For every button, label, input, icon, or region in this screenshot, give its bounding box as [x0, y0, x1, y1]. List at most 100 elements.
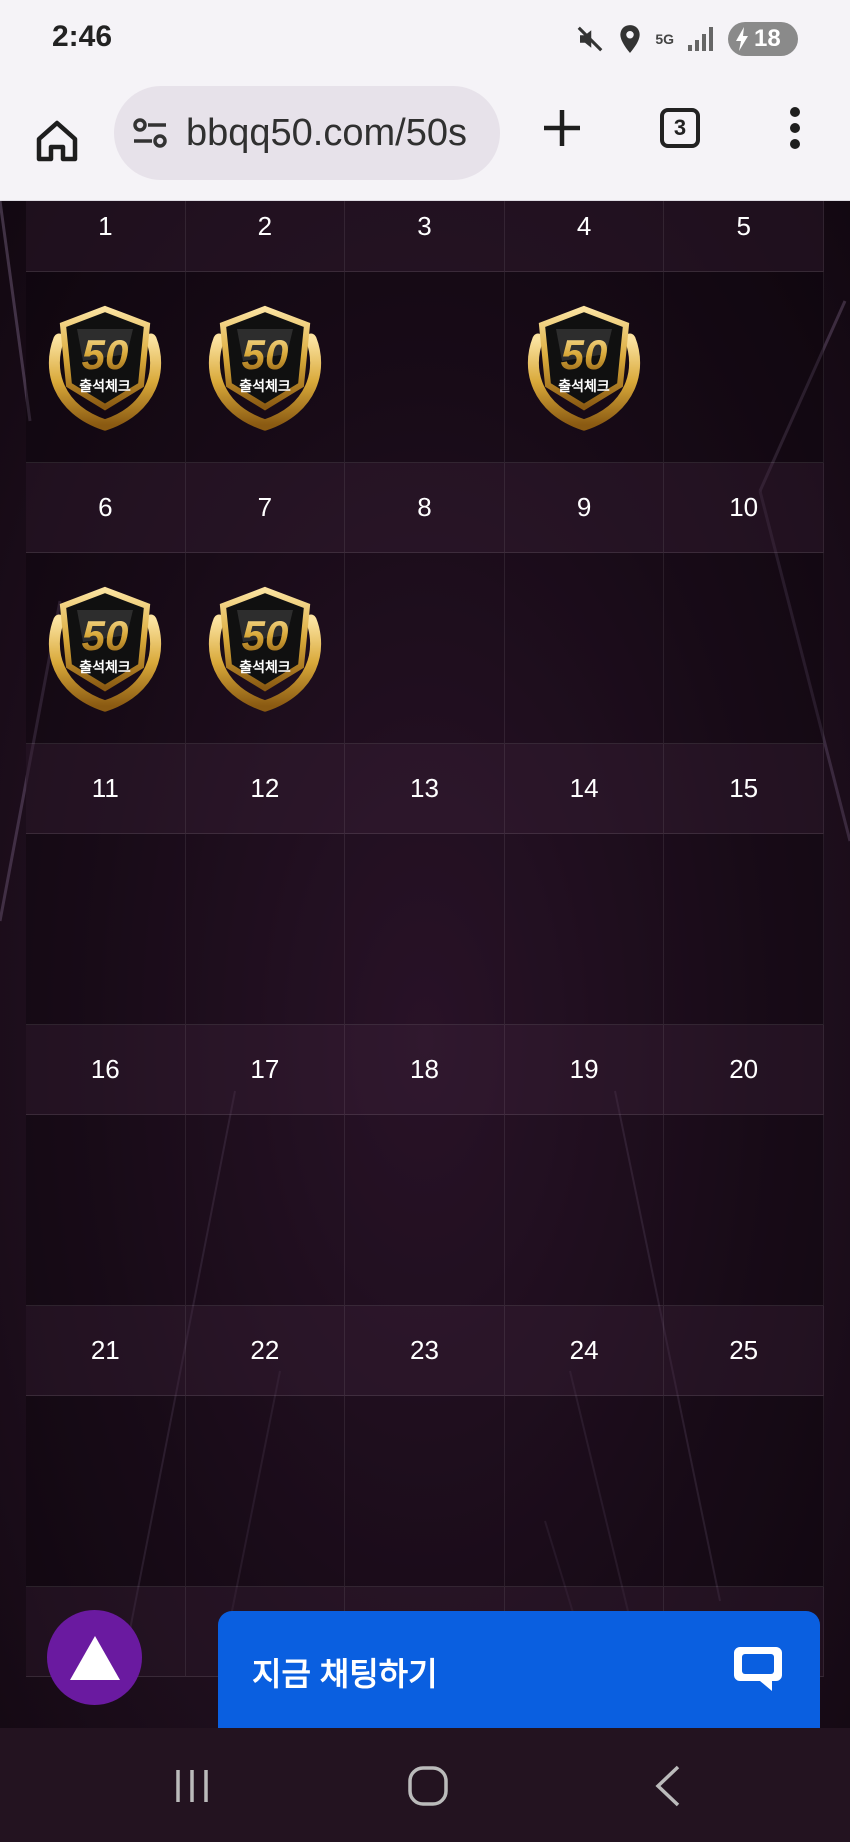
- day-number: 20: [664, 1025, 824, 1115]
- day-number: 11: [26, 744, 186, 834]
- stamp-cell: 50 출석체크: [26, 553, 186, 744]
- stamp-cell: [664, 1115, 824, 1306]
- stamp-cell: 50 출석체크: [26, 272, 186, 463]
- day-number: 16: [26, 1025, 186, 1115]
- stamp-cell: [664, 1396, 824, 1587]
- stamp-cell: [664, 272, 824, 463]
- stamp-row: 50 출석체크 50 출석체크 50 출석체크: [26, 272, 824, 463]
- stamp-cell: [664, 834, 824, 1025]
- charging-bolt-icon: [736, 27, 748, 51]
- svg-text:50: 50: [82, 612, 129, 659]
- stamp-cell: 50 출석체크: [185, 272, 346, 463]
- day-number: 6: [26, 463, 186, 553]
- stamp-cell: [504, 1115, 665, 1306]
- back-icon: [655, 1765, 680, 1807]
- svg-text:50: 50: [82, 331, 129, 378]
- day-number: 7: [185, 463, 346, 553]
- 5g-icon: 5G: [655, 31, 674, 47]
- calendar-week: 50 출석체크 50 출석체크 50 출석체크 6 7 8 9 10: [26, 272, 824, 553]
- stamp-cell: [185, 1396, 346, 1587]
- attendance-stamp-icon: 50출석체크: [49, 586, 162, 712]
- calendar-week: 50출석체크50출석체크50출석체크50출석체크50출석체크12345: [26, 201, 824, 272]
- status-bar: 2:46 5G 18: [0, 0, 850, 78]
- address-bar[interactable]: bbqq50.com/50s: [114, 86, 500, 180]
- svg-text:50: 50: [242, 331, 289, 378]
- day-number-row: 21 22 23 24 25: [26, 1306, 824, 1396]
- tab-switcher-button[interactable]: 3: [648, 96, 712, 160]
- scroll-top-button[interactable]: [47, 1610, 142, 1705]
- location-icon: [620, 25, 640, 53]
- stamp-cell: [504, 553, 665, 744]
- day-number-row: 16 17 18 19 20: [26, 1025, 824, 1115]
- battery-icon: 18: [728, 22, 798, 56]
- more-vert-icon: [790, 107, 800, 149]
- stamp-cell: [504, 1396, 665, 1587]
- stamp-cell: [26, 1115, 186, 1306]
- stamp-row: [26, 1115, 824, 1306]
- chat-now-label: 지금 채팅하기: [252, 1656, 438, 1692]
- site-settings-icon[interactable]: [132, 115, 168, 151]
- mute-icon: [577, 26, 603, 52]
- day-number: 5: [664, 201, 824, 272]
- day-number: 19: [504, 1025, 665, 1115]
- plus-icon: [544, 110, 580, 146]
- battery-level: 18: [754, 25, 781, 52]
- system-navigation-bar: [0, 1728, 850, 1842]
- day-number: 23: [345, 1306, 505, 1396]
- attendance-calendar: 50출석체크50출석체크50출석체크50출석체크50출석체크1234550출석체…: [26, 201, 824, 1677]
- more-menu-button[interactable]: [770, 96, 820, 160]
- stamp-cell: [26, 834, 186, 1025]
- svg-text:50: 50: [242, 612, 289, 659]
- stamp-row: [26, 1396, 824, 1587]
- stamp-cell: [345, 553, 505, 744]
- attendance-stamp-icon: 50출석체크: [49, 305, 162, 431]
- new-tab-button[interactable]: [530, 96, 594, 160]
- attendance-page: 50출석체크50출석체크50출석체크50출석체크50출석체크1234550출석체…: [0, 201, 850, 1728]
- stamp-cell: [664, 553, 824, 744]
- stamp-cell: [504, 834, 665, 1025]
- home-nav-button[interactable]: [398, 1758, 458, 1814]
- day-number: 9: [504, 463, 665, 553]
- stamp-cell: [345, 272, 505, 463]
- signal-icon: [688, 27, 713, 51]
- calendar-week: 21 22 23 24 25: [26, 1115, 824, 1396]
- stamp-cell: [345, 1396, 505, 1587]
- attendance-stamp-icon: 50출석체크: [527, 305, 641, 431]
- chat-bubble-icon: [734, 1647, 782, 1691]
- stamp-row: 50 출석체크 50 출석체크: [26, 553, 824, 744]
- day-number-row: 11 12 13 14 15: [26, 744, 824, 834]
- recent-apps-button[interactable]: [162, 1758, 222, 1814]
- day-number: 25: [664, 1306, 824, 1396]
- svg-text:출석체크: 출석체크: [80, 378, 132, 395]
- day-number: 13: [345, 744, 505, 834]
- calendar-week: 50 출석체크 50 출석체크 11 12 13 14 15: [26, 553, 824, 834]
- day-number: 4: [504, 201, 665, 272]
- stamp-cell: [26, 1396, 186, 1587]
- svg-text:출석체크: 출석체크: [239, 378, 291, 395]
- home-button[interactable]: [22, 106, 92, 176]
- stamp-cell: [185, 834, 346, 1025]
- day-number: 12: [185, 744, 346, 834]
- svg-text:50: 50: [561, 331, 608, 378]
- attendance-stamp-icon: 50출석체크: [208, 586, 322, 712]
- recent-apps-icon: [176, 1770, 208, 1802]
- day-number: 24: [504, 1306, 665, 1396]
- day-number: 14: [504, 744, 665, 834]
- back-nav-button[interactable]: [638, 1758, 698, 1814]
- tab-count: 3: [660, 108, 700, 148]
- calendar-week: 16 17 18 19 20: [26, 834, 824, 1115]
- svg-text:출석체크: 출석체크: [239, 659, 291, 676]
- chat-now-button[interactable]: 지금 채팅하기: [218, 1611, 820, 1728]
- day-number: 22: [185, 1306, 346, 1396]
- day-number: 2: [185, 201, 346, 272]
- attendance-stamp-icon: 50출석체크: [208, 305, 322, 431]
- clock: 2:46: [52, 20, 113, 53]
- svg-text:출석체크: 출석체크: [80, 659, 132, 676]
- stamp-cell: 50 출석체크: [504, 272, 665, 463]
- stamp-row: [26, 834, 824, 1025]
- day-number: 21: [26, 1306, 186, 1396]
- svg-text:출석체크: 출석체크: [558, 378, 610, 395]
- stamp-cell: 50 출석체크: [185, 553, 346, 744]
- stamp-cell: [185, 1115, 346, 1306]
- day-number: 8: [345, 463, 505, 553]
